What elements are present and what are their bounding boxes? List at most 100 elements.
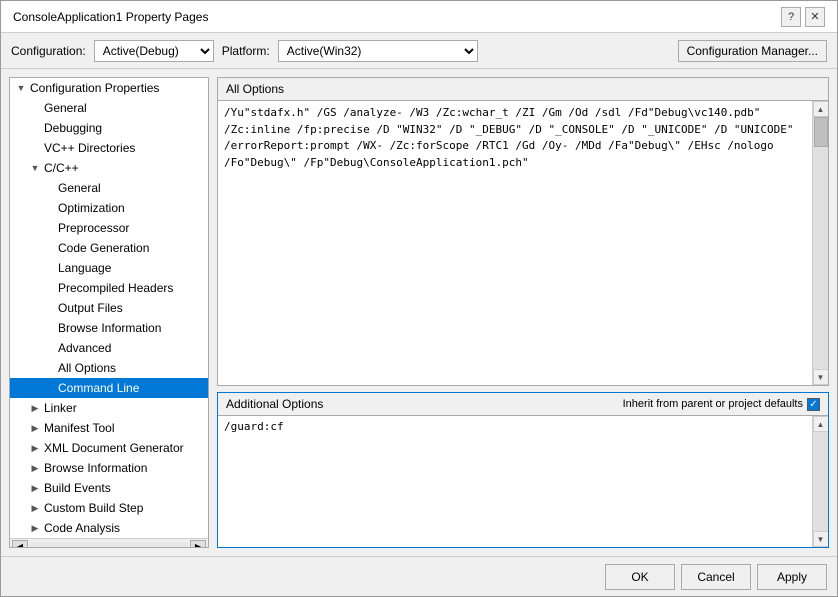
tree-item-label: General: [44, 101, 87, 115]
tree-item-code-analysis[interactable]: ▶ Code Analysis: [10, 518, 208, 538]
scroll-thumb[interactable]: [814, 117, 828, 147]
tree-item-label: Output Files: [58, 301, 123, 315]
main-content: ▼ Configuration Properties General Debug…: [1, 69, 837, 556]
tree-item-manifest-tool[interactable]: ▶ Manifest Tool: [10, 418, 208, 438]
expand-icon: [42, 201, 56, 215]
inherit-checkbox[interactable]: [807, 398, 820, 411]
cancel-button[interactable]: Cancel: [681, 564, 751, 590]
tree-item-cpp[interactable]: ▼ C/C++: [10, 158, 208, 178]
expand-icon: ▼: [28, 161, 42, 175]
additional-options-scrollbar[interactable]: ▲ ▼: [812, 416, 828, 547]
tree-item-xml-doc[interactable]: ▶ XML Document Generator: [10, 438, 208, 458]
hscroll-right-arrow[interactable]: ▶: [190, 540, 206, 549]
tree-item-cpp-general[interactable]: General: [10, 178, 208, 198]
tree-item-all-options[interactable]: All Options: [10, 358, 208, 378]
tree-item-config-props[interactable]: ▼ Configuration Properties: [10, 78, 208, 98]
options-with-scroll: /Yu"stdafx.h" /GS /analyze- /W3 /Zc:wcha…: [218, 101, 828, 385]
tree-item-label: General: [58, 181, 101, 195]
ok-button[interactable]: OK: [605, 564, 675, 590]
tree-item-label: Language: [58, 261, 111, 275]
tree-item-language[interactable]: Language: [10, 258, 208, 278]
tree-item-label: Custom Build Step: [44, 501, 143, 515]
expand-icon: [42, 341, 56, 355]
tree-item-label: Linker: [44, 401, 77, 415]
tree-item-vc-dirs[interactable]: VC++ Directories: [10, 138, 208, 158]
all-options-scrollbar[interactable]: ▲ ▼: [812, 101, 828, 385]
tree-item-advanced-cpp[interactable]: Advanced: [10, 338, 208, 358]
scroll-up-arrow[interactable]: ▲: [813, 101, 829, 117]
tree-item-linker[interactable]: ▶ Linker: [10, 398, 208, 418]
expand-icon: [42, 261, 56, 275]
additional-options-content[interactable]: /guard:cf: [218, 416, 812, 547]
tree-item-optimization[interactable]: Optimization: [10, 198, 208, 218]
tree-item-label: Code Generation: [58, 241, 149, 255]
tree-item-browse-info[interactable]: ▶ Browse Information: [10, 458, 208, 478]
expand-icon: ▼: [14, 81, 28, 95]
all-options-section: All Options /Yu"stdafx.h" /GS /analyze- …: [217, 77, 829, 386]
tree-item-label: Preprocessor: [58, 221, 129, 235]
tree-item-debugging[interactable]: Debugging: [10, 118, 208, 138]
apply-button[interactable]: Apply: [757, 564, 827, 590]
tree-item-build-events[interactable]: ▶ Build Events: [10, 478, 208, 498]
tree-item-label: Command Line: [58, 381, 139, 395]
tree-item-label: Advanced: [58, 341, 111, 355]
expand-icon: [42, 301, 56, 315]
inherit-row: Inherit from parent or project defaults: [623, 398, 820, 411]
expand-icon: ▶: [28, 501, 42, 515]
tree-item-label: VC++ Directories: [44, 141, 135, 155]
title-bar-buttons: ? ✕: [781, 7, 825, 27]
additional-content-area: /guard:cf ▲ ▼: [218, 416, 828, 547]
tree-item-label: Configuration Properties: [30, 81, 159, 95]
tree-item-precompiled[interactable]: Precompiled Headers: [10, 278, 208, 298]
expand-icon: [42, 281, 56, 295]
expand-icon: ▶: [28, 401, 42, 415]
tree-item-output-files[interactable]: Output Files: [10, 298, 208, 318]
tree-item-code-gen[interactable]: Code Generation: [10, 238, 208, 258]
tree-item-label: Browse Information: [44, 461, 147, 475]
close-button[interactable]: ✕: [805, 7, 825, 27]
scroll-track: [813, 432, 828, 531]
tree-item-label: Code Analysis: [44, 521, 120, 535]
tree-item-label: Build Events: [44, 481, 111, 495]
tree-item-label: Manifest Tool: [44, 421, 114, 435]
tree-item-command-line[interactable]: Command Line: [10, 378, 208, 398]
expand-icon: [42, 221, 56, 235]
expand-icon: [42, 361, 56, 375]
right-panel: All Options /Yu"stdafx.h" /GS /analyze- …: [217, 77, 829, 548]
expand-icon: [42, 321, 56, 335]
tree-item-label: All Options: [58, 361, 116, 375]
all-options-content: /Yu"stdafx.h" /GS /analyze- /W3 /Zc:wcha…: [218, 101, 812, 385]
config-label: Configuration:: [11, 44, 86, 58]
configuration-manager-button[interactable]: Configuration Manager...: [678, 40, 827, 62]
footer: OK Cancel Apply: [1, 556, 837, 596]
platform-select[interactable]: Active(Win32): [278, 40, 478, 62]
platform-label: Platform:: [222, 44, 270, 58]
help-button[interactable]: ?: [781, 7, 801, 27]
scroll-down-arrow[interactable]: ▼: [813, 531, 829, 547]
expand-icon: [28, 141, 42, 155]
expand-icon: ▶: [28, 521, 42, 535]
dialog-title: ConsoleApplication1 Property Pages: [13, 10, 208, 24]
tree-panel: ▼ Configuration Properties General Debug…: [9, 77, 209, 548]
tree-item-label: Debugging: [44, 121, 102, 135]
configuration-select[interactable]: Active(Debug): [94, 40, 214, 62]
expand-icon: [28, 101, 42, 115]
tree-item-custom-build[interactable]: ▶ Custom Build Step: [10, 498, 208, 518]
expand-icon: ▶: [28, 441, 42, 455]
property-pages-dialog: ConsoleApplication1 Property Pages ? ✕ C…: [0, 0, 838, 597]
hscroll-left-arrow[interactable]: ◀: [12, 540, 28, 549]
expand-icon: [42, 381, 56, 395]
inherit-label: Inherit from parent or project defaults: [623, 398, 803, 410]
tree-item-preprocessor[interactable]: Preprocessor: [10, 218, 208, 238]
scroll-down-arrow[interactable]: ▼: [813, 369, 829, 385]
tree-item-label: Browse Information: [58, 321, 161, 335]
additional-options-header: Additional Options: [226, 397, 323, 411]
scroll-up-arrow[interactable]: ▲: [813, 416, 829, 432]
expand-icon: [42, 241, 56, 255]
all-options-header: All Options: [218, 78, 828, 101]
tree-item-browse-info-cpp[interactable]: Browse Information: [10, 318, 208, 338]
additional-options-section: Additional Options Inherit from parent o…: [217, 392, 829, 548]
tree-item-label: Optimization: [58, 201, 125, 215]
tree-item-general[interactable]: General: [10, 98, 208, 118]
expand-icon: ▶: [28, 481, 42, 495]
